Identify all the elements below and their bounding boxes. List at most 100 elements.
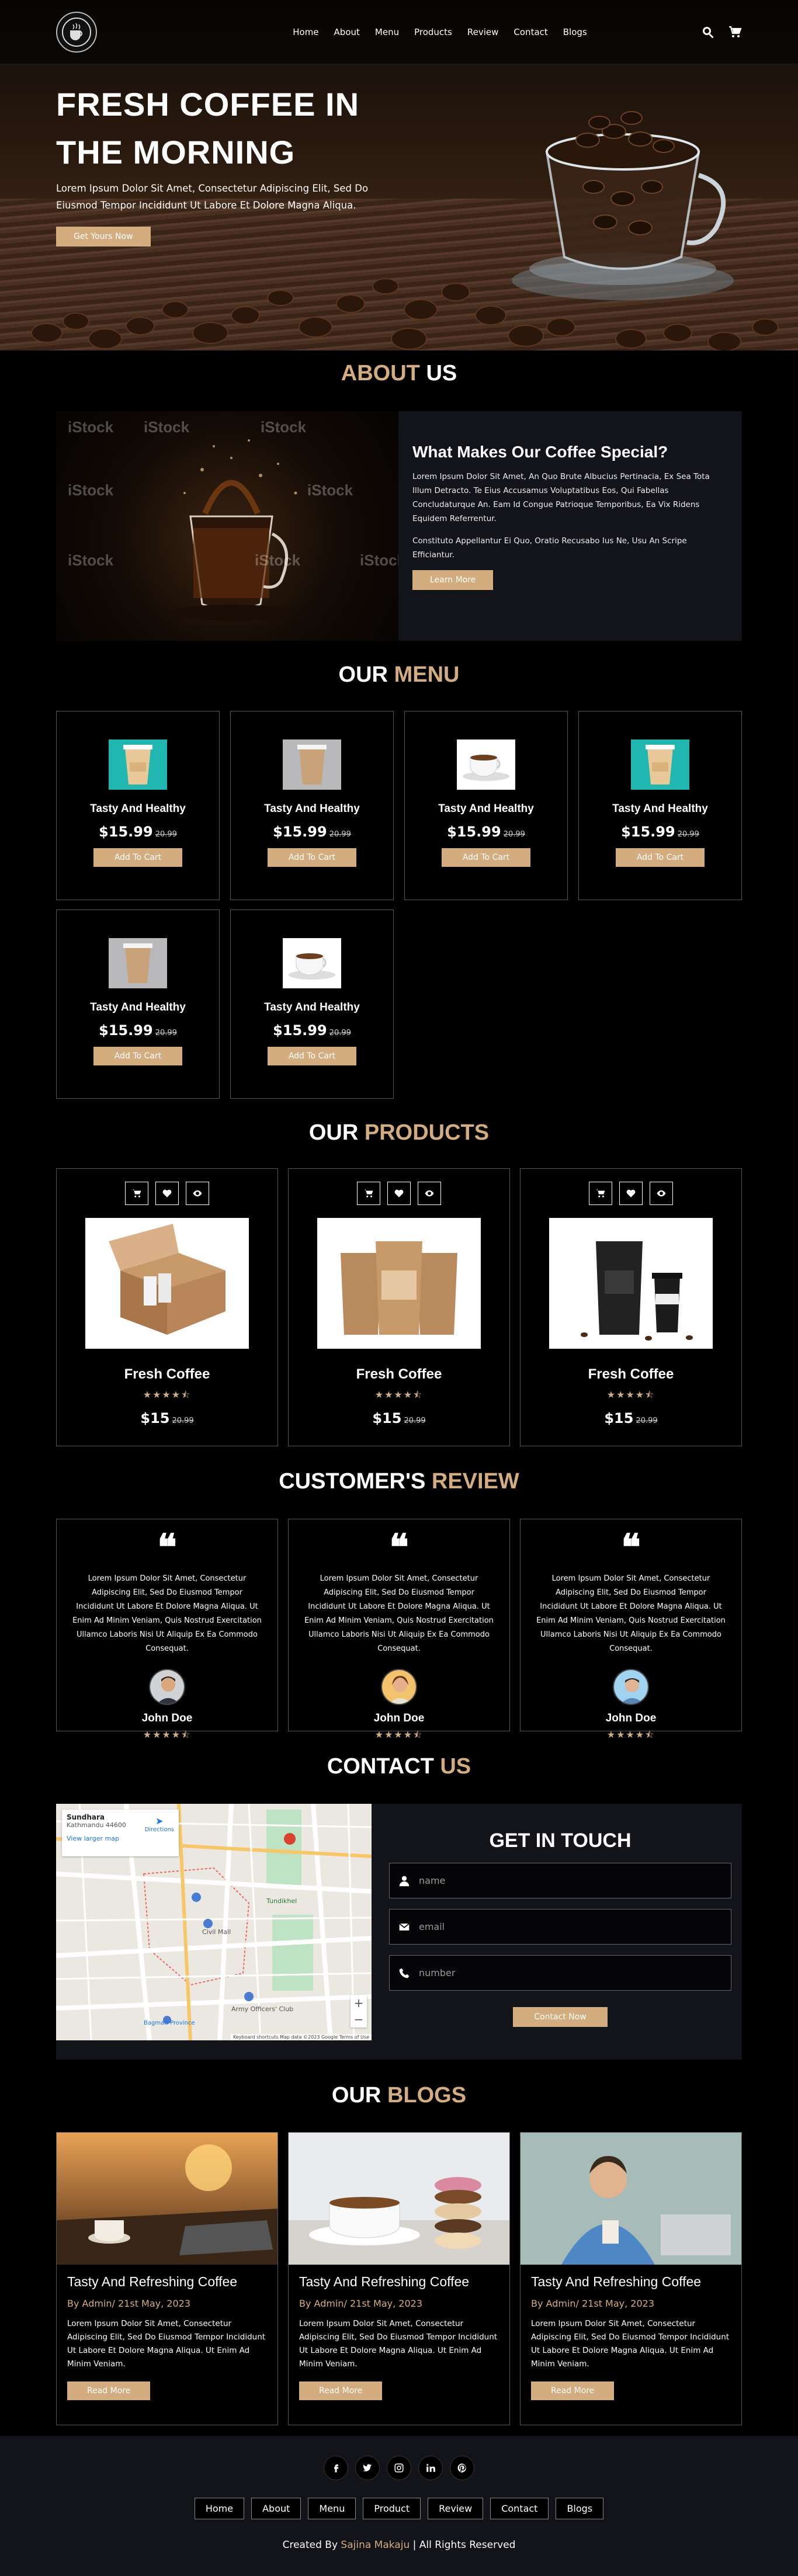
cart-icon[interactable] — [589, 1182, 612, 1205]
about-title-b: US — [426, 361, 457, 386]
eye-icon[interactable] — [418, 1182, 441, 1205]
nav-menu[interactable]: Menu — [375, 27, 399, 37]
learn-more-button[interactable]: Learn More — [412, 570, 494, 590]
cart-icon[interactable] — [125, 1182, 148, 1205]
menu-title-b: MENU — [394, 662, 460, 687]
avatar — [149, 1669, 185, 1705]
footer-link-contact[interactable]: Contact — [490, 2498, 549, 2519]
footer-link-home[interactable]: Home — [194, 2498, 245, 2519]
blog-title: Tasty And Refreshing Coffee — [531, 2274, 702, 2289]
heart-icon[interactable] — [619, 1182, 643, 1205]
nav-home[interactable]: Home — [293, 27, 318, 37]
menu-image — [109, 938, 167, 988]
old-price: 20.99 — [503, 830, 525, 839]
contact-now-button[interactable]: Contact Now — [513, 2007, 608, 2027]
menu-card: Tasty And Healthy $15.99 20.99 Add To Car… — [56, 909, 220, 1099]
watermark: iStock — [144, 418, 190, 436]
cart-icon[interactable] — [728, 25, 742, 39]
view-larger-map-link[interactable]: View larger map — [67, 1835, 174, 1842]
instagram-icon[interactable] — [387, 2456, 411, 2480]
blog-body: Tasty And Refreshing Coffee By Admin/ 21… — [521, 2265, 741, 2410]
products-title-b: PRODUCTS — [364, 1120, 490, 1145]
watermark: iStock — [68, 551, 114, 569]
google-map[interactable]: Sundhara Kathmandu 44600 View larger map… — [56, 1804, 372, 2040]
nav-blogs[interactable]: Blogs — [563, 27, 587, 37]
map-label: Tundikhel — [266, 1897, 297, 1905]
number-input[interactable] — [419, 1967, 731, 1978]
product-actions — [57, 1182, 277, 1205]
nav-about[interactable]: About — [334, 27, 360, 37]
map-info-card: Sundhara Kathmandu 44600 View larger map… — [62, 1810, 179, 1856]
eye-icon[interactable] — [650, 1182, 673, 1205]
read-more-button[interactable]: Read More — [67, 2381, 151, 2400]
credit-post: | All Rights Reserved — [412, 2539, 516, 2551]
old-price: 20.99 — [155, 830, 177, 839]
phone-icon — [390, 1967, 419, 1979]
menu-item-price: $15.99 20.99 — [273, 1022, 351, 1039]
twitter-icon[interactable] — [355, 2456, 380, 2480]
add-to-cart-button[interactable]: Add To Cart — [441, 848, 531, 867]
watermark: iStock — [68, 418, 114, 436]
linkedin-icon[interactable] — [418, 2456, 443, 2480]
name-input[interactable] — [419, 1875, 731, 1886]
mail-icon — [390, 1921, 419, 1933]
hero-title-line2: THE MORNING — [56, 134, 296, 171]
add-to-cart-button[interactable]: Add To Cart — [93, 1047, 183, 1065]
footer-link-about[interactable]: About — [251, 2498, 301, 2519]
hero-title: FRESH COFFEE IN THE MORNING — [56, 81, 383, 176]
menu-item-price: $15.99 20.99 — [621, 824, 699, 840]
read-more-button[interactable]: Read More — [531, 2381, 615, 2400]
header-icons — [701, 25, 742, 39]
review-text: Lorem Ipsum Dolor Sit Amet, Consectetur … — [536, 1574, 726, 1653]
nav-review[interactable]: Review — [467, 27, 499, 37]
blog-text: Lorem Ipsum Dolor Sit Amet, Consectetur … — [67, 2319, 266, 2369]
reviewer-name: John Doe — [141, 1712, 193, 1724]
map-zoom-controls[interactable]: + − — [351, 1995, 367, 2028]
product-price: $15 20.99 — [372, 1410, 426, 1426]
add-to-cart-button[interactable]: Add To Cart — [615, 848, 705, 867]
about-heading: What Makes Our Coffee Special? — [412, 443, 668, 461]
avatar — [381, 1669, 417, 1705]
menu-card: Tasty And Healthy $15.99 20.99 Add To Car… — [230, 909, 394, 1099]
old-price: 20.99 — [329, 830, 351, 839]
menu-card: Tasty And Healthy $15.99 20.99 Add To Car… — [404, 711, 568, 900]
add-to-cart-button[interactable]: Add To Cart — [93, 848, 183, 867]
watermark: iStock — [261, 418, 307, 436]
add-to-cart-button[interactable]: Add To Cart — [267, 1047, 357, 1065]
credit-name[interactable]: Sajina Makaju — [341, 2539, 410, 2551]
facebook-icon[interactable] — [324, 2456, 348, 2480]
heart-icon[interactable] — [387, 1182, 411, 1205]
watermark: iStock — [255, 551, 301, 569]
old-price: 20.99 — [329, 1029, 351, 1037]
review-rating: ★★★★⯪ — [606, 1729, 655, 1740]
footer-link-product[interactable]: Product — [363, 2498, 421, 2519]
blog-image — [289, 2133, 509, 2265]
blog-card: Tasty And Refreshing Coffee By Admin/ 21… — [520, 2132, 742, 2425]
product-rating: ★★★★⯪ — [374, 1389, 424, 1400]
search-icon[interactable] — [701, 25, 715, 39]
nav-products[interactable]: Products — [414, 27, 452, 37]
old-price: 20.99 — [404, 1417, 426, 1425]
eye-icon[interactable] — [186, 1182, 209, 1205]
add-to-cart-button[interactable]: Add To Cart — [267, 848, 357, 867]
review-card: ❝ Lorem Ipsum Dolor Sit Amet, Consectetu… — [56, 1519, 278, 1740]
get-yours-now-button[interactable]: Get Yours Now — [56, 227, 151, 247]
watermark: iStock — [360, 551, 398, 569]
nav-contact[interactable]: Contact — [514, 27, 547, 37]
contact-title: CONTACT US — [0, 1754, 798, 1779]
menu-image — [283, 938, 341, 988]
blog-body: Tasty And Refreshing Coffee By Admin/ 21… — [57, 2265, 277, 2410]
read-more-button[interactable]: Read More — [299, 2381, 383, 2400]
footer-link-review[interactable]: Review — [428, 2498, 484, 2519]
email-input[interactable] — [419, 1921, 731, 1932]
menu-item-name: Tasty And Healthy — [612, 803, 708, 815]
reviewer-name: John Doe — [373, 1712, 425, 1724]
directions-link[interactable]: ➤ Directions — [145, 1815, 174, 1833]
blog-image — [521, 2133, 741, 2265]
pinterest-icon[interactable] — [450, 2456, 474, 2480]
footer-link-menu[interactable]: Menu — [308, 2498, 356, 2519]
footer-link-blogs[interactable]: Blogs — [556, 2498, 604, 2519]
logo[interactable] — [56, 11, 97, 53]
cart-icon[interactable] — [357, 1182, 380, 1205]
heart-icon[interactable] — [155, 1182, 179, 1205]
